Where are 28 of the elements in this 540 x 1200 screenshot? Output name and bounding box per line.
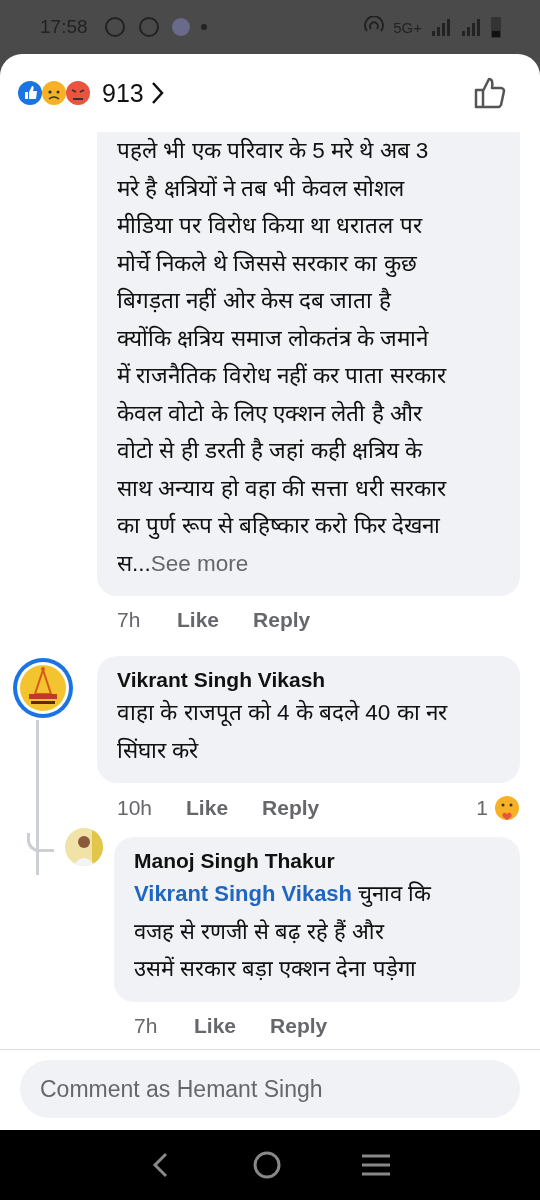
comment-text: पहले भी एक परिवार के 5 मरे थे अब 3 मरे है क्षत्रियों ने तब भी केवल सोशल मीडिया पर विरोध किया था धरातल पर मोर्चे निकले थे जिससे सरकार का कुछ बिगड़ता नहीं ओर केस दब जाता है क्योंकि क्षत्रिय समाज लोकतंत्र के जमाने में राजनैतिक विरोध नहीं कर पाता सरकार केवल वोटो के लिए एक्शन लेती है और वोटो से ही डरती है जहां कही क्षत्रिय के साथ अन्याय हो वहा की सत्ता धरी सरकार का पुर्ण रूप से बहिष्कार करो फिर देखना स...See more	[117, 136, 448, 578]
reply-text: Vikrant Singh Vikash चुनाव कि वजह से रणजी से बढ़ रहे हैं और उसमें सरकार बड़ा एक्शन देना पड़ेगा	[134, 880, 433, 983]
reaction-count: 1	[476, 796, 488, 820]
like-link[interactable]: Like	[177, 608, 220, 632]
timestamp: 7h	[117, 608, 142, 632]
comment-field[interactable]: Comment as Hemant Singh	[20, 1060, 520, 1118]
reactions-summary[interactable]: 913	[16, 78, 166, 108]
care-emoji-icon	[494, 795, 520, 821]
like-link[interactable]: Like	[194, 1013, 237, 1038]
timestamp: 7h	[134, 1013, 159, 1038]
author-name[interactable]: Vikrant Singh Vikash	[117, 668, 502, 692]
author-name[interactable]: Manoj Singh Thakur	[134, 849, 508, 873]
dot-icon	[199, 23, 208, 31]
signal-icon	[460, 17, 482, 37]
like-icon[interactable]	[472, 75, 508, 111]
reply-link[interactable]: Reply	[262, 796, 320, 820]
reply-link[interactable]: Reply	[270, 1013, 328, 1038]
see-more-link[interactable]: See more	[150, 550, 249, 576]
chevron-right-icon	[149, 80, 166, 106]
home-icon[interactable]	[252, 1150, 282, 1180]
like-link[interactable]: Like	[186, 796, 229, 820]
comment-text: वाहा के राजपूत को 4 के बदले 40 का नर सिंघार करे	[117, 698, 449, 765]
battery-icon	[490, 15, 502, 39]
signal-icon	[430, 17, 452, 37]
reply-link[interactable]: Reply	[253, 608, 311, 632]
recent-apps-icon[interactable]	[360, 1152, 391, 1178]
timestamp: 10h	[117, 796, 153, 820]
mention-link[interactable]: Vikrant Singh Vikash	[134, 881, 353, 906]
